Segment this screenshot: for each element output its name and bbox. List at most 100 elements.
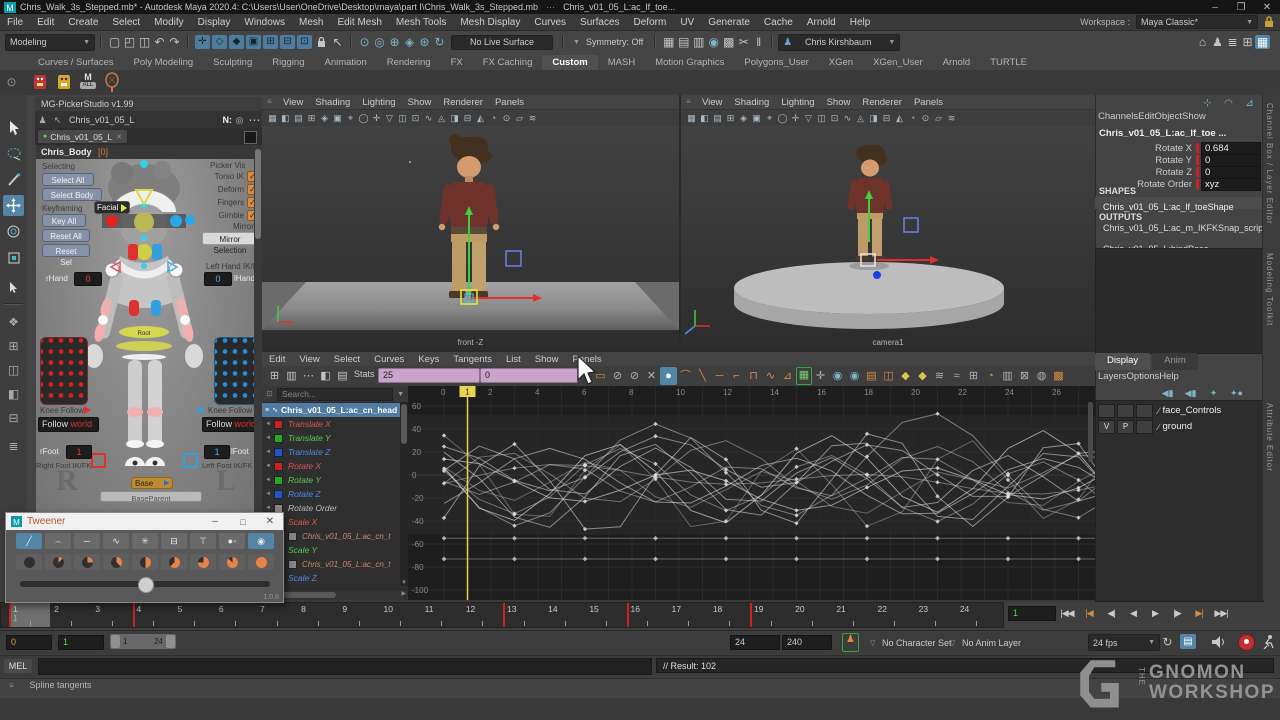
layer-menu-help[interactable]: Help (1159, 371, 1179, 382)
outliner-selected-node[interactable]: ≡ ∿ Chris_v01_05_L:ac_cn_head (262, 403, 408, 417)
range-end-handle[interactable] (166, 635, 175, 648)
resolution-gate-icon[interactable]: ◯ (776, 111, 789, 125)
close-icon[interactable]: ✕ (116, 133, 122, 141)
layer-row-face-controls[interactable]: ∕face_Controls (1098, 403, 1258, 418)
viewport-menu-shading[interactable]: Shading (309, 97, 356, 108)
knee-arrow-icon[interactable] (196, 406, 203, 414)
menu-edit[interactable]: Edit (30, 17, 61, 28)
viewport-menu-panels[interactable]: Panels (908, 97, 949, 108)
shelf-tab-polygons-user[interactable]: Polygons_User (734, 55, 818, 70)
menu-select[interactable]: Select (105, 17, 147, 28)
frame-number-5[interactable]: 5 (178, 604, 183, 614)
chevron-down-icon[interactable]: ▽ (950, 639, 955, 647)
tween-amount-8-button[interactable] (248, 554, 274, 570)
time-snap-icon[interactable]: ◔ (982, 367, 999, 385)
sidebar-tab-attribute-editor[interactable]: Attribute Editor (1265, 403, 1274, 472)
shelf-item-select-all[interactable]: M ALL (78, 72, 98, 92)
menu-mesh-display[interactable]: Mesh Display (453, 17, 527, 28)
select-camera-icon[interactable]: ▦ (685, 111, 698, 125)
auto-tangent-icon[interactable]: ● (660, 367, 677, 385)
channel-box-menu-channels[interactable]: Channels (1098, 111, 1138, 122)
minimize-button[interactable]: – (1202, 2, 1228, 13)
tween-amount-1-button[interactable] (45, 554, 71, 570)
tween-linear-icon[interactable]: ╱ (16, 533, 42, 549)
shelf-tab-sculpting[interactable]: Sculpting (203, 55, 262, 70)
pause-icon[interactable]: ‖ (751, 35, 766, 49)
step-tangent-icon[interactable]: ⊓ (745, 367, 762, 385)
paint-select-tool-icon[interactable] (3, 169, 24, 190)
rotate-tool-icon[interactable] (3, 221, 24, 242)
step-back-frame-button[interactable]: ◀| (1100, 603, 1122, 623)
shelf-tab-motion-graphics[interactable]: Motion Graphics (645, 55, 734, 70)
step-forward-key-button[interactable]: ▶| (1188, 603, 1210, 623)
select-body-button[interactable]: Select Body (42, 188, 102, 201)
graph-menu-view[interactable]: View (292, 354, 326, 365)
frame-number-22[interactable]: 22 (878, 604, 887, 614)
picker-cursor-icon[interactable]: ↖ (50, 113, 65, 127)
layout-four-pane-icon[interactable]: ⊞ (3, 335, 24, 356)
channel-rotate-y[interactable]: ◄Rotate Y (262, 473, 408, 487)
save-scene-icon[interactable]: ◫ (137, 35, 152, 49)
frame-number-14[interactable]: 14 (548, 604, 557, 614)
safe-title-icon[interactable]: ⊡ (828, 111, 841, 125)
stack-curves-icon[interactable]: ⊞ (965, 367, 982, 385)
frame-number-2[interactable]: 2 (54, 604, 59, 614)
insert-key-icon[interactable]: ◆ (914, 367, 931, 385)
shelf-tab-curves-surfaces[interactable]: Curves / Surfaces (28, 55, 124, 70)
attribute-value-field[interactable]: xyz (1201, 178, 1261, 191)
user-account-dropdown[interactable]: ♟ Chris Kirshbaum ▼ (778, 34, 900, 51)
filter-icon[interactable]: ⊡ (262, 387, 277, 401)
value-snap-icon[interactable]: ▥ (999, 367, 1016, 385)
buffer-curve-icon[interactable]: ⊿ (779, 367, 796, 385)
symmetry-dropdown[interactable]: Symmetry: Off (586, 37, 643, 47)
tween-amount-5-button[interactable] (161, 554, 187, 570)
open-scene-icon[interactable]: ◰ (122, 35, 137, 49)
shape-row[interactable]: Chris_v01_05_L:ac_lf_toeShape (1095, 197, 1262, 209)
channel-box-node-name[interactable]: Chris_v01_05_L:ac_lf_toe ... (1099, 128, 1259, 139)
frame-number-15[interactable]: 15 (589, 604, 598, 614)
break-tangents-icon[interactable]: ✕ (643, 367, 660, 385)
viewport-menu-show[interactable]: Show (402, 97, 438, 108)
reset-sel-button[interactable]: Reset Sel (42, 244, 90, 257)
channel-rotate-z[interactable]: ◄Rotate Z (262, 487, 408, 501)
pre-infinity-icon[interactable]: ◉ (829, 367, 846, 385)
rfoot-field[interactable]: 1 (66, 445, 92, 459)
shelf-tab-custom[interactable]: Custom (542, 55, 597, 70)
workspace-dropdown[interactable]: Maya Classic*▼ (1136, 15, 1258, 29)
gate-mask-icon[interactable]: ✛ (789, 111, 802, 125)
post-infinity-icon[interactable]: ◉ (846, 367, 863, 385)
frame-number-21[interactable]: 21 (836, 604, 845, 614)
minimize-button[interactable]: – (201, 516, 229, 527)
insert-keys-icon[interactable]: ▥ (283, 367, 300, 385)
gate-mask-icon[interactable]: ✛ (370, 111, 383, 125)
viewport-canvas-camera[interactable]: camera1 (681, 126, 1095, 350)
character-set-dropdown[interactable]: No Character Set (882, 638, 952, 648)
namespace-button[interactable]: N: (223, 115, 233, 125)
shelf-tab-turtle[interactable]: TURTLE (980, 55, 1037, 70)
ao-icon[interactable]: ◔ (906, 111, 919, 125)
tweener-title-bar[interactable]: M Tweener – □ ✕ (6, 513, 283, 530)
viewport-menu-panels[interactable]: Panels (489, 97, 530, 108)
shelf-tab-xgen[interactable]: XGen (819, 55, 863, 70)
range-start-handle[interactable] (111, 635, 120, 648)
shelf-tab-mash[interactable]: MASH (598, 55, 645, 70)
layout-persp-outliner-icon[interactable]: ⊟ (3, 407, 24, 428)
playback-end-field[interactable]: 24 (730, 635, 780, 650)
paint-effects-icon[interactable]: ▩ (721, 35, 736, 49)
shadows-icon[interactable]: ◭ (893, 111, 906, 125)
search-input[interactable]: Search... (277, 388, 393, 401)
new-empty-layer-icon[interactable]: ✦ (1206, 386, 1221, 400)
rknee-follow-dropdown[interactable]: Follow world (38, 417, 99, 432)
frame-number-16[interactable]: 16 (631, 604, 640, 614)
tab-anim[interactable]: Anim (1152, 353, 1198, 370)
shadows-icon[interactable]: ◭ (474, 111, 487, 125)
wireframe-icon[interactable]: ∿ (841, 111, 854, 125)
more-options-icon[interactable]: ⋯ (247, 113, 262, 127)
tween-amount-3-button[interactable] (103, 554, 129, 570)
lights-icon[interactable]: ⊟ (461, 111, 474, 125)
frame-playback-icon[interactable]: ⊘ (609, 367, 626, 385)
attribute-spreadsheet-icon[interactable]: ≣ (1225, 35, 1240, 49)
animation-end-field[interactable]: 240 (782, 635, 832, 650)
exposure-icon[interactable]: ≋ (945, 111, 958, 125)
lfoot-field[interactable]: 1 (204, 445, 230, 459)
